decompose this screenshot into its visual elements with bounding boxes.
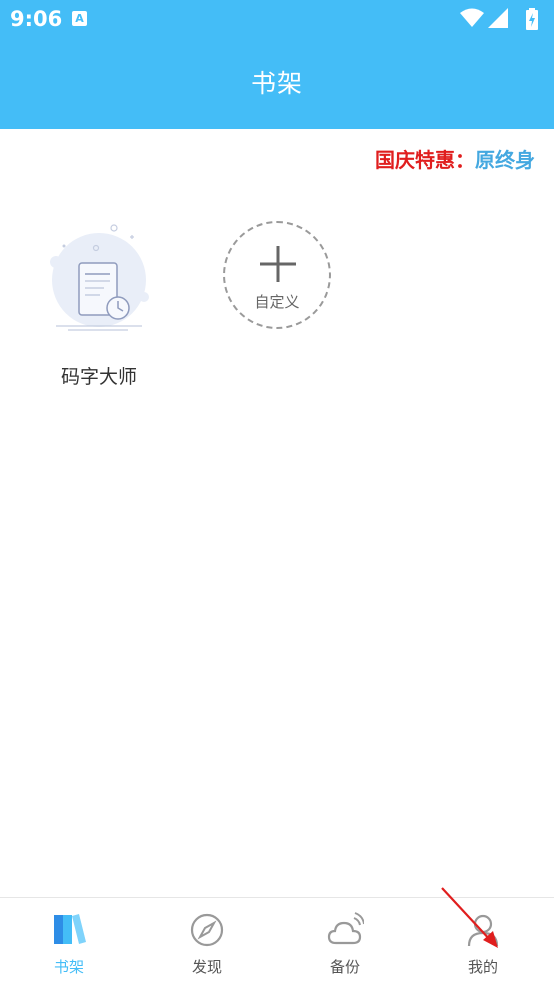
book-cover-icon <box>50 224 149 331</box>
status-time: 9:06 <box>10 7 63 31</box>
book-name: 码字大师 <box>60 366 137 388</box>
nav-label-discover: 发现 <box>191 958 222 976</box>
bottom-nav: 书架 发现 备份 我的 <box>0 897 554 984</box>
nav-label-backup: 备份 <box>329 958 360 976</box>
promo-label: 国庆特惠： <box>375 148 475 172</box>
battery-icon <box>526 8 538 30</box>
app-notification-icon: A <box>72 11 87 26</box>
add-custom-label: 自定义 <box>254 293 300 311</box>
plus-icon <box>260 246 296 282</box>
nav-item-bookshelf[interactable]: 书架 <box>0 898 138 984</box>
status-bar: 9:06 A <box>0 0 554 38</box>
nav-item-mine[interactable]: 我的 <box>414 898 552 984</box>
signal-icon <box>488 8 508 28</box>
nav-item-backup[interactable]: 备份 <box>276 898 414 984</box>
page-title: 书架 <box>250 69 303 98</box>
promo-text: 原终身 <box>475 148 535 172</box>
app-header: 9:06 A 书架 <box>0 0 554 129</box>
user-icon <box>467 914 499 947</box>
nav-label-bookshelf: 书架 <box>53 958 84 976</box>
nav-item-discover[interactable]: 发现 <box>138 898 276 984</box>
cloud-icon <box>327 912 364 945</box>
promo-banner[interactable]: 国庆特惠：原终身 <box>375 145 554 175</box>
nav-label-mine: 我的 <box>467 958 498 976</box>
compass-icon <box>190 913 224 947</box>
wifi-icon <box>460 8 484 27</box>
add-custom-button[interactable]: 自定义 <box>223 221 331 329</box>
bookshelf-icon <box>54 914 86 944</box>
